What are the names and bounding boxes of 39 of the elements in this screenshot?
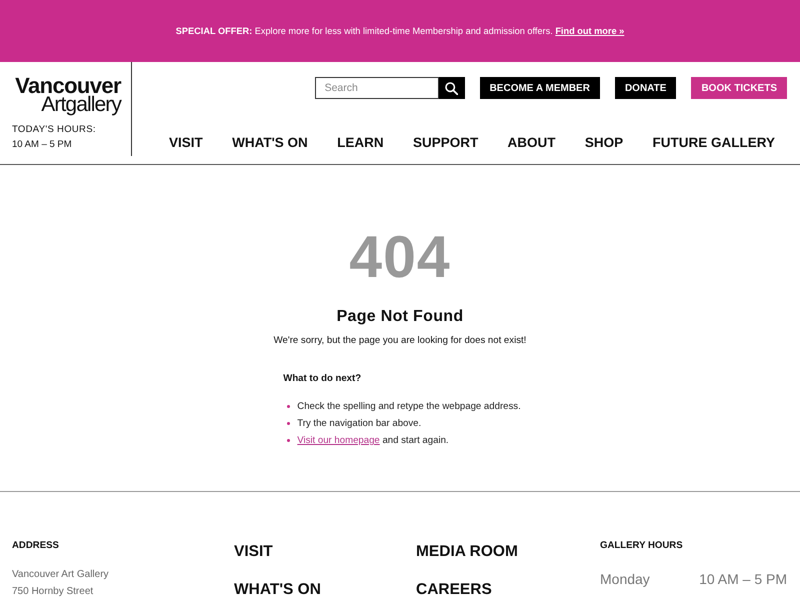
homepage-link[interactable]: Visit our homepage bbox=[297, 435, 380, 446]
address-heading: ADDRESS bbox=[12, 540, 59, 551]
bullet-icon bbox=[287, 422, 290, 425]
search-field[interactable]: Search bbox=[314, 77, 439, 99]
next-steps-heading: What to do next? bbox=[283, 373, 362, 384]
promo-text: SPECIAL OFFER: Explore more for less with limited-time Membership and admission offers. Find out more » bbox=[176, 26, 624, 36]
bullet-icon bbox=[287, 439, 290, 442]
header-button[interactable]: DONATE bbox=[614, 77, 676, 99]
find-out-more-link[interactable]: Find out more » bbox=[555, 26, 624, 36]
hours-text: 10 AM – 5 PM bbox=[12, 139, 73, 150]
nav-link[interactable]: SUPPORT bbox=[412, 135, 478, 150]
nav-link[interactable]: ABOUT bbox=[508, 135, 556, 150]
step-text: Check the spelling and retype the webpage address. bbox=[297, 401, 521, 412]
error-message: We're sorry, but the page you are looking for does not exist! bbox=[272, 335, 528, 346]
error-title: Page Not Found bbox=[336, 307, 464, 327]
nav-link[interactable]: FUTURE GALLERY bbox=[652, 135, 775, 150]
footer-link[interactable]: WHAT'S ON bbox=[234, 582, 321, 597]
address-line: 750 Hornby Street bbox=[12, 586, 94, 597]
step-text: Visit our homepage and start again. bbox=[297, 435, 449, 446]
nav-link[interactable]: WHAT'S ON bbox=[232, 135, 308, 150]
search-icon bbox=[445, 82, 458, 94]
bullet-icon bbox=[287, 405, 290, 408]
hours-label: TODAY'S HOURS: bbox=[12, 124, 97, 135]
footer-link[interactable]: VISIT bbox=[234, 544, 273, 559]
hours-time: 10 AM – 5 PM bbox=[699, 571, 787, 587]
search-button[interactable] bbox=[438, 77, 465, 99]
site-logo[interactable]: Vancouver Artgallery bbox=[12, 76, 121, 114]
nav-link[interactable]: LEARN bbox=[337, 135, 384, 150]
error-code: 404 bbox=[348, 227, 452, 287]
footer-link[interactable]: CAREERS bbox=[416, 582, 492, 597]
gallery-hours-heading: GALLERY HOURS bbox=[600, 540, 683, 551]
footer-link[interactable]: MEDIA ROOM bbox=[416, 544, 518, 559]
header-button[interactable]: BECOME A MEMBER bbox=[480, 77, 600, 99]
header-button[interactable]: BOOK TICKETS bbox=[691, 77, 787, 99]
nav-link[interactable]: SHOP bbox=[584, 135, 624, 150]
hours-day: Monday bbox=[600, 571, 650, 587]
step-text: Try the navigation bar above. bbox=[297, 418, 422, 429]
nav-link[interactable]: VISIT bbox=[169, 135, 203, 150]
address-line: Vancouver Art Gallery bbox=[12, 569, 109, 580]
